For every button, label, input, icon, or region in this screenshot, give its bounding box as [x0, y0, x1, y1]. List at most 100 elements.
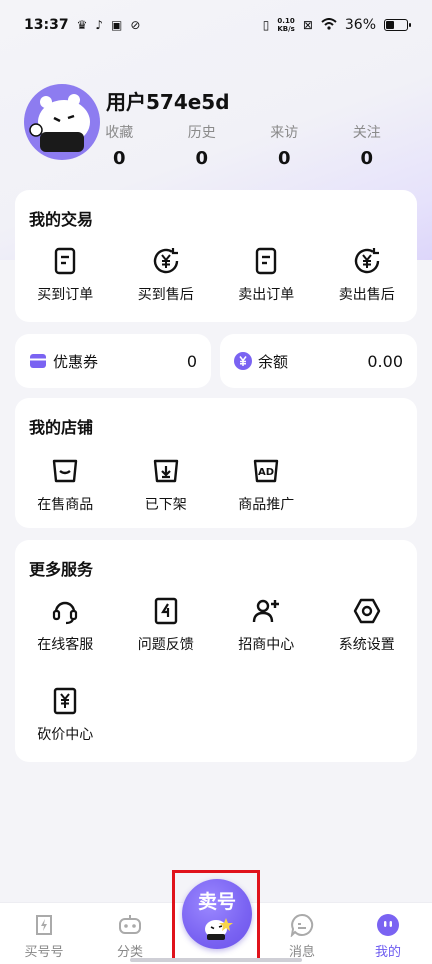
tab-category[interactable]: 分类: [100, 913, 160, 960]
grid-label: 买到售后: [137, 287, 194, 303]
coupon-label-wrap: 优惠券: [29, 351, 98, 372]
net-speed-value: 0.10: [277, 17, 295, 25]
grid-label: 招商中心: [238, 637, 295, 653]
vibrate-icon: ▯: [262, 18, 270, 32]
battery-percent: 36%: [344, 17, 376, 33]
stat-label: 来访: [270, 125, 299, 141]
no-sim-icon: ⊠: [302, 18, 313, 32]
mascot-icon: [205, 918, 233, 940]
sell-button[interactable]: 卖号: [182, 879, 252, 949]
yuan-icon: [234, 352, 252, 370]
system-settings-button[interactable]: 系统设置: [317, 596, 418, 654]
status-left: 13:37 ♛ ♪ ▣ ⊘: [24, 17, 140, 33]
sold-aftersale-button[interactable]: 卖出售后: [317, 246, 418, 304]
sell-label: 卖号: [197, 891, 236, 913]
home-indicator: [130, 958, 302, 962]
customer-service-button[interactable]: 在线客服: [15, 596, 116, 654]
coupon-icon: [30, 354, 46, 368]
off-shelf-icon: [153, 459, 178, 483]
bought-aftersale-button[interactable]: 买到售后: [116, 246, 217, 304]
tab-buy[interactable]: 买号号: [14, 913, 74, 960]
feedback-button[interactable]: 问题反馈: [116, 596, 217, 654]
net-speed-unit: KB/s: [277, 25, 295, 33]
services-grid-row2: 砍价中心: [15, 686, 417, 744]
my-trades-grid: 买到订单 买到售后 卖出订单 卖出售后: [15, 246, 417, 304]
bolt-icon: [36, 915, 52, 935]
stat-visitors[interactable]: 来访 0: [243, 122, 325, 169]
yuan-refund-icon: [153, 248, 178, 274]
coupon-card[interactable]: 优惠券 0: [15, 334, 211, 388]
status-right: ▯ 0.10 KB/s ⊠ 36%: [262, 17, 411, 33]
message-icon: [290, 913, 314, 937]
stat-favorites[interactable]: 收藏 0: [78, 122, 160, 169]
grid-label: 卖出订单: [238, 287, 295, 303]
coupon-value: 0: [186, 351, 197, 371]
username: 用户574e5d: [106, 90, 230, 114]
grid-label: 卖出售后: [338, 287, 395, 303]
my-trades-card: 我的交易 买到订单 买到售后 卖出订单 卖出售后: [15, 190, 417, 322]
grid-label: 在售商品: [37, 497, 94, 513]
off-shelf-button[interactable]: 已下架: [116, 456, 217, 514]
services-grid-row1: 在线客服 问题反馈 招商中心 系统设置: [15, 596, 417, 654]
profile-stats: 收藏 0 历史 0 来访 0 关注 0: [78, 122, 408, 169]
grid-label: 商品推广: [238, 497, 295, 513]
more-services-title: 更多服务: [29, 560, 94, 579]
balance-card[interactable]: 余额 0.00: [220, 334, 417, 388]
grid-label: 已下架: [144, 497, 187, 513]
stat-history[interactable]: 历史 0: [161, 122, 243, 169]
stat-label: 收藏: [105, 125, 134, 141]
sell-highlight-box: 卖号: [172, 870, 260, 962]
balance-value: 0.00: [367, 351, 403, 371]
grid-label: 买到订单: [37, 287, 94, 303]
my-shop-card: 我的店铺 在售商品 已下架 AD 商品推广: [15, 398, 417, 528]
tab-messages[interactable]: 消息: [272, 913, 332, 960]
promotion-button[interactable]: AD 商品推广: [216, 456, 317, 514]
profile-header: 用户574e5d 收藏 0 历史 0 来访 0 关注 0: [24, 84, 408, 174]
add-user-icon: [253, 599, 280, 623]
bargain-icon: [54, 687, 77, 715]
order-doc-icon: [256, 247, 277, 275]
ad-icon: AD: [254, 459, 279, 483]
merchant-center-button[interactable]: 招商中心: [216, 596, 317, 654]
stat-value: 0: [112, 148, 126, 169]
tab-label: 我的: [374, 945, 401, 960]
stat-value: 0: [277, 148, 291, 169]
svg-text:AD: AD: [258, 467, 274, 478]
tiktok-icon: ♪: [95, 18, 104, 32]
order-doc-icon: [55, 247, 76, 275]
status-bar: 13:37 ♛ ♪ ▣ ⊘ ▯ 0.10 KB/s ⊠ 36%: [0, 0, 432, 50]
grid-label: 系统设置: [338, 637, 395, 653]
on-sale-button[interactable]: 在售商品: [15, 456, 116, 514]
coupon-label: 优惠券: [53, 352, 99, 371]
tab-label: 买号号: [24, 945, 64, 960]
my-shop-grid: 在售商品 已下架 AD 商品推广: [15, 456, 417, 514]
tab-mine[interactable]: 我的: [358, 913, 418, 960]
sold-orders-button[interactable]: 卖出订单: [216, 246, 317, 304]
crown-icon: ♛: [76, 18, 88, 32]
settings-icon: [353, 598, 380, 624]
bargain-center-button[interactable]: 砍价中心: [15, 686, 116, 744]
grid-label: 问题反馈: [137, 637, 194, 653]
robot-icon: [119, 915, 141, 934]
bought-orders-button[interactable]: 买到订单: [15, 246, 116, 304]
feedback-icon: [154, 597, 177, 625]
grid-label: 在线客服: [37, 637, 94, 653]
profile-icon: [377, 914, 399, 936]
stat-following[interactable]: 关注 0: [326, 122, 408, 169]
stat-label: 历史: [187, 125, 216, 141]
headset-icon: [53, 601, 78, 625]
my-shop-title: 我的店铺: [29, 418, 94, 437]
stat-label: 关注: [352, 125, 381, 141]
yuan-refund-icon: [354, 248, 379, 274]
leaf-icon: ⊘: [130, 18, 141, 32]
wifi-icon: [321, 18, 337, 32]
stat-value: 0: [360, 148, 374, 169]
battery-icon: [384, 19, 411, 31]
on-sale-icon: [53, 459, 78, 483]
grid-label: 砍价中心: [37, 727, 94, 743]
balance-label-wrap: 余额: [234, 351, 288, 372]
more-services-card: 更多服务 在线客服 问题反馈 招商中心 系统设置 砍价中心: [15, 540, 417, 762]
net-speed: 0.10 KB/s: [277, 17, 294, 33]
stat-value: 0: [195, 148, 209, 169]
my-trades-title: 我的交易: [29, 210, 94, 229]
